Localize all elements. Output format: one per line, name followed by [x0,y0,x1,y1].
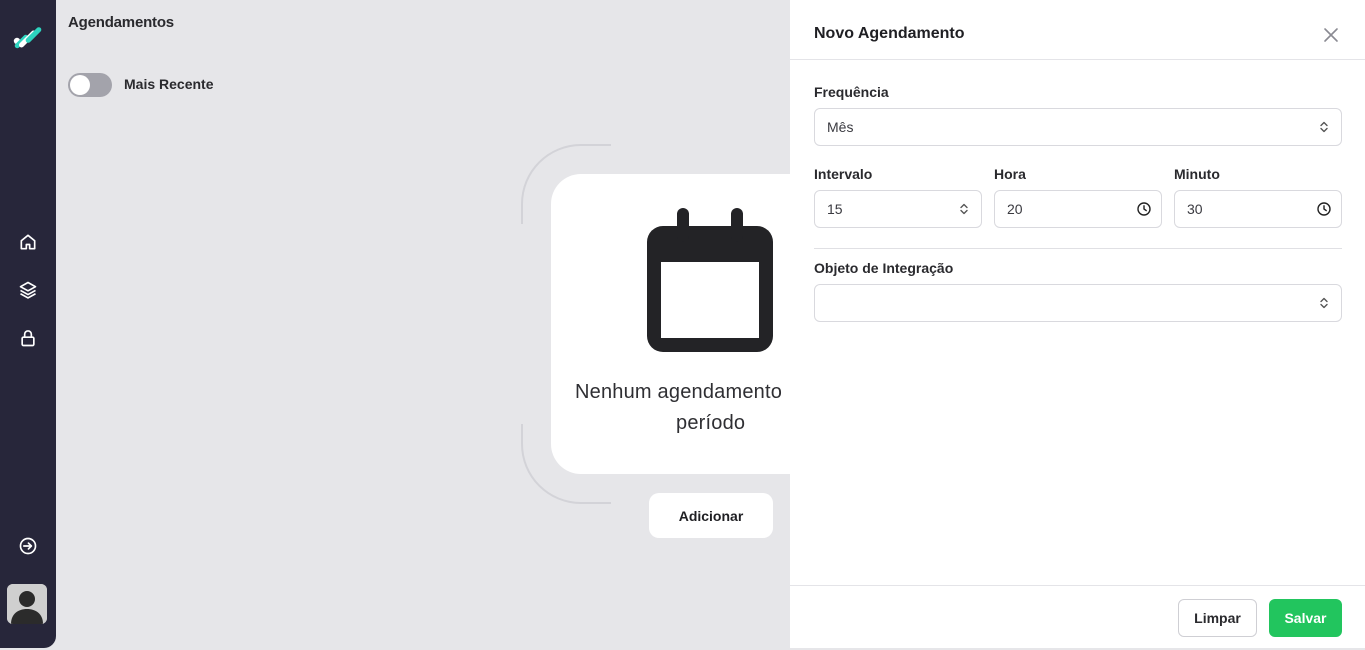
clear-button[interactable]: Limpar [1178,599,1257,637]
drawer-footer: Limpar Salvar [790,585,1365,648]
minute-label: Minuto [1174,166,1220,182]
frequency-select[interactable]: Mês [814,108,1342,146]
interval-stepper[interactable]: 15 [814,190,982,228]
toggle-knob [70,75,90,95]
home-icon [20,234,36,250]
layers-icon [19,281,37,299]
integration-object-select[interactable] [814,284,1342,322]
save-button[interactable]: Salvar [1269,599,1342,637]
interval-label: Intervalo [814,166,873,182]
lock-icon [21,330,35,347]
clock-icon[interactable] [1137,202,1151,216]
minute-value: 30 [1187,201,1203,217]
chevron-up-down-icon [1320,121,1328,133]
hour-value: 20 [1007,201,1023,217]
chevron-up-down-icon [1320,297,1328,309]
frequency-value: Mês [827,119,854,135]
calendar-icon [647,208,773,352]
frequency-label: Frequência [814,84,889,100]
user-silhouette-icon [7,584,47,624]
drawer-title: Novo Agendamento [814,25,965,42]
sidebar-item-logout[interactable] [14,532,42,560]
toggle-label: Mais Recente [124,76,214,92]
hour-label: Hora [994,166,1026,182]
hour-field[interactable]: 20 [994,190,1162,228]
app-logo[interactable] [10,20,46,56]
sidebar-item-layers[interactable] [14,276,42,304]
clock-icon[interactable] [1317,202,1331,216]
sidebar [0,0,56,648]
close-icon[interactable] [1322,26,1340,44]
interval-value: 15 [827,201,843,217]
sidebar-item-home[interactable] [14,228,42,256]
new-schedule-drawer: Novo Agendamento Frequência Mês Interval… [790,0,1365,648]
minute-field[interactable]: 30 [1174,190,1342,228]
logout-icon [19,537,37,555]
page-title: Agendamentos [68,14,174,31]
most-recent-toggle[interactable] [68,73,112,97]
add-button[interactable]: Adicionar [649,493,773,538]
drawer-header: Novo Agendamento [790,0,1365,60]
sidebar-item-security[interactable] [14,324,42,352]
chevron-up-down-icon[interactable] [957,202,971,216]
avatar[interactable] [7,584,47,624]
section-divider [814,248,1342,249]
integration-object-label: Objeto de Integração [814,260,954,276]
